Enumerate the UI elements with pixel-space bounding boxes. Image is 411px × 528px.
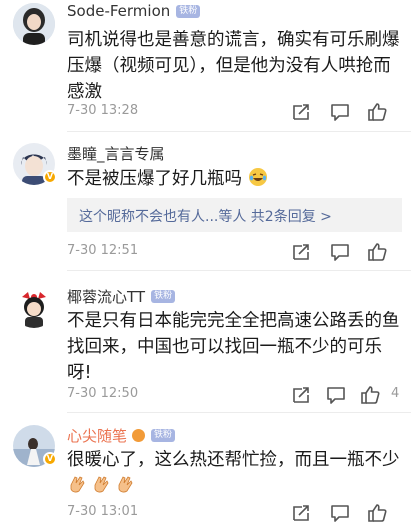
share-icon[interactable] xyxy=(290,101,312,123)
comment-icon[interactable] xyxy=(329,101,351,123)
fan-badge: 铁粉 xyxy=(151,289,176,303)
username[interactable]: 椰蓉流心TT xyxy=(67,286,145,307)
member-crown-icon xyxy=(132,428,146,442)
comment-text-content: 不是被压爆了好几瓶吗 xyxy=(67,169,242,189)
like-icon[interactable] xyxy=(366,241,388,263)
comment-item: V 墨瞳_言言专属 不是被压爆了好几瓶吗 这个昵称不会也有人...等人 共2条回… xyxy=(0,140,411,265)
emoji-row xyxy=(67,474,135,496)
fan-badge: 铁粉 xyxy=(176,4,201,18)
share-icon[interactable] xyxy=(290,241,312,263)
reply-summary[interactable]: 这个昵称不会也有人...等人 共2条回复 > xyxy=(67,198,402,232)
comment-text: 不是只有日本能完完全全把高速公路丢的鱼找回来，中国也可以找回一瓶不少的可乐呀! xyxy=(67,311,400,383)
avatar[interactable] xyxy=(13,286,55,328)
divider xyxy=(67,412,411,413)
like-icon[interactable] xyxy=(366,502,388,524)
like-icon[interactable] xyxy=(359,384,381,406)
verified-badge-icon: V xyxy=(43,170,57,184)
divider xyxy=(67,131,411,132)
avatar[interactable] xyxy=(13,3,55,45)
username[interactable]: 墨瞳_言言专属 xyxy=(67,143,165,164)
reply-summary-link[interactable]: 这个昵称不会也有人...等人 共2条回复 > xyxy=(79,206,332,226)
fan-badge: 铁粉 xyxy=(151,428,176,442)
comment-item: 椰蓉流心TT 铁粉 不是只有日本能完完全全把高速公路丢的鱼找回来，中国也可以找回… xyxy=(0,283,411,408)
comment-text: 很暖心了，这么热还帮忙捡，而且一瓶不少 xyxy=(67,450,400,470)
username[interactable]: 心尖随笔 xyxy=(67,425,127,446)
comment-text: 不是被压爆了好几瓶吗 xyxy=(67,166,403,192)
comment-text: 司机说得也是善意的谎言，确实有可乐刷爆压爆（视频可见），但是他为没有人哄抢而感激 xyxy=(67,30,400,102)
comment-time: 7-30 13:28 xyxy=(67,103,139,118)
share-icon[interactable] xyxy=(290,384,312,406)
username[interactable]: Sode-Fermion xyxy=(67,2,170,20)
clap-emoji xyxy=(118,476,133,493)
like-count: 4 xyxy=(391,386,400,401)
clap-emoji xyxy=(94,476,109,493)
comment-icon[interactable] xyxy=(329,241,351,263)
clap-emoji xyxy=(70,476,85,493)
comment-item: Sode-Fermion 铁粉 司机说得也是善意的谎言，确实有可乐刷爆压爆（视频… xyxy=(0,0,411,128)
share-icon[interactable] xyxy=(290,502,312,524)
laughing-crying-emoji xyxy=(248,168,267,186)
comment-time: 7-30 13:01 xyxy=(67,504,139,519)
verified-badge-icon: V xyxy=(43,452,57,466)
like-icon[interactable] xyxy=(366,101,388,123)
comment-icon[interactable] xyxy=(329,502,351,524)
comment-time: 7-30 12:50 xyxy=(67,386,139,401)
comment-icon[interactable] xyxy=(325,384,347,406)
comment-time: 7-30 12:51 xyxy=(67,243,139,258)
divider xyxy=(67,270,411,271)
comment-item: V 心尖随笔 铁粉 很暖心了，这么热还帮忙捡，而且一瓶不少 7-30 13:01 xyxy=(0,422,411,528)
